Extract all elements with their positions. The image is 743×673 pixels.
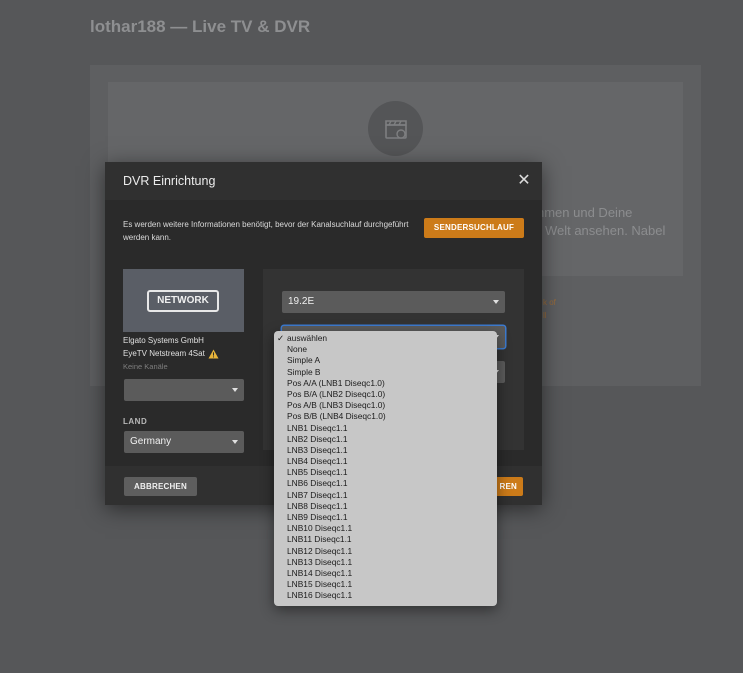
device-channels: Keine Kanäle (123, 362, 168, 371)
warning-icon (208, 346, 219, 364)
dropdown-option[interactable]: LNB9 Diseqc1.1 (274, 512, 497, 523)
close-icon[interactable]: ✕ (515, 172, 533, 190)
dropdown-option-label: LNB10 Diseqc1.1 (287, 523, 353, 534)
dropdown-option[interactable]: ✓ auswählen (274, 333, 497, 344)
dropdown-option[interactable]: LNB1 Diseqc1.1 (274, 423, 497, 434)
dropdown-option[interactable]: LNB7 Diseqc1.1 (274, 490, 497, 501)
dropdown-option-label: LNB3 Diseqc1.1 (287, 444, 348, 455)
device-thumbnail: NETWORK (123, 269, 244, 332)
dropdown-option[interactable]: LNB12 Diseqc1.1 (274, 546, 497, 557)
clapperboard-icon (368, 101, 423, 156)
background-text-line-1: hmen und Deine (537, 205, 633, 220)
dropdown-option-label: Pos B/B (LNB4 Diseqc1.0) (287, 411, 386, 422)
dropdown-option[interactable]: LNB5 Diseqc1.1 (274, 467, 497, 478)
dropdown-option[interactable]: LNB4 Diseqc1.1 (274, 456, 497, 467)
dropdown-option[interactable]: LNB10 Diseqc1.1 (274, 523, 497, 534)
dropdown-option[interactable]: Simple B (274, 367, 497, 378)
network-badge: NETWORK (147, 290, 219, 312)
dropdown-option-label: LNB12 Diseqc1.1 (287, 545, 353, 556)
dropdown-option-label: LNB13 Diseqc1.1 (287, 556, 353, 567)
cancel-button[interactable]: ABBRECHEN (124, 477, 197, 496)
dropdown-option-label: LNB16 Diseqc1.1 (287, 590, 353, 601)
background-link-line-2: ll (543, 311, 547, 320)
chevron-down-icon (232, 440, 238, 444)
dropdown-option-label: Pos A/A (LNB1 Diseqc1.0) (287, 377, 385, 388)
chevron-down-icon (232, 388, 238, 392)
dropdown-option-label: auswählen (287, 333, 328, 343)
dropdown-option-label: Pos B/A (LNB2 Diseqc1.0) (287, 388, 386, 399)
dropdown-option[interactable]: Simple A (274, 355, 497, 366)
info-message: Es werden weitere Informationen benötigt… (123, 220, 409, 242)
lnb-options-dropdown: ✓ auswählen None Simple A Simple B Pos A/A (L… (274, 331, 497, 606)
dropdown-option[interactable]: LNB3 Diseqc1.1 (274, 445, 497, 456)
dropdown-option-label: None (287, 344, 308, 355)
chevron-down-icon (493, 300, 499, 304)
dropdown-option-label: LNB5 Diseqc1.1 (287, 467, 348, 478)
dropdown-option-label: LNB7 Diseqc1.1 (287, 489, 348, 500)
dropdown-option-label: LNB8 Diseqc1.1 (287, 500, 348, 511)
background-link-line-1: k of (543, 298, 556, 307)
dropdown-option-label: LNB6 Diseqc1.1 (287, 478, 348, 489)
dropdown-option[interactable]: LNB16 Diseqc1.1 (274, 590, 497, 601)
page-title: lothar188 — Live TV & DVR (90, 17, 311, 36)
device-vendor: Elgato Systems GmbH (123, 336, 204, 345)
dropdown-option[interactable]: LNB8 Diseqc1.1 (274, 501, 497, 512)
background-text-line-2: r Welt ansehen. Nabel (537, 223, 666, 238)
dropdown-option[interactable]: Pos A/B (LNB3 Diseqc1.0) (274, 400, 497, 411)
dropdown-option[interactable]: LNB2 Diseqc1.1 (274, 434, 497, 445)
checkmark-icon: ✓ (277, 333, 285, 343)
dropdown-option[interactable]: LNB14 Diseqc1.1 (274, 568, 497, 579)
dropdown-option-label: LNB1 Diseqc1.1 (287, 422, 348, 433)
device-model: EyeTV Netstream 4Sat (123, 349, 205, 358)
channel-scan-button[interactable]: SENDERSUCHLAUF (424, 218, 524, 238)
dialog-title: DVR Einrichtung (123, 174, 216, 188)
dropdown-option[interactable]: LNB6 Diseqc1.1 (274, 478, 497, 489)
country-select[interactable]: Germany (124, 431, 244, 453)
satellite-select[interactable]: 19.2E (282, 291, 505, 313)
dropdown-option[interactable]: LNB15 Diseqc1.1 (274, 579, 497, 590)
dropdown-option[interactable]: LNB13 Diseqc1.1 (274, 557, 497, 568)
dropdown-option-label: Pos A/B (LNB3 Diseqc1.0) (287, 400, 386, 411)
country-label: LAND (123, 417, 148, 426)
dropdown-option-label: LNB9 Diseqc1.1 (287, 512, 348, 522)
country-select-value: Germany (130, 436, 172, 447)
dropdown-option[interactable]: Pos A/A (LNB1 Diseqc1.0) (274, 378, 497, 389)
dropdown-option-label: LNB14 Diseqc1.1 (287, 567, 353, 578)
dropdown-option[interactable]: None (274, 344, 497, 355)
device-select[interactable] (124, 379, 244, 401)
dropdown-option[interactable]: LNB11 Diseqc1.1 (274, 534, 497, 545)
satellite-select-value: 19.2E (288, 296, 315, 307)
dropdown-option-label: LNB2 Diseqc1.1 (287, 433, 348, 444)
dropdown-option-label: Simple B (287, 366, 321, 377)
dropdown-option-label: LNB15 Diseqc1.1 (287, 579, 353, 590)
dialog-header: DVR Einrichtung ✕ (105, 162, 542, 200)
dropdown-option-label: LNB11 Diseqc1.1 (287, 534, 352, 545)
dropdown-option-label: LNB4 Diseqc1.1 (287, 456, 348, 467)
dropdown-option[interactable]: Pos B/B (LNB4 Diseqc1.0) (274, 411, 497, 422)
dropdown-option-label: Simple A (287, 355, 321, 366)
dropdown-option[interactable]: Pos B/A (LNB2 Diseqc1.0) (274, 389, 497, 400)
